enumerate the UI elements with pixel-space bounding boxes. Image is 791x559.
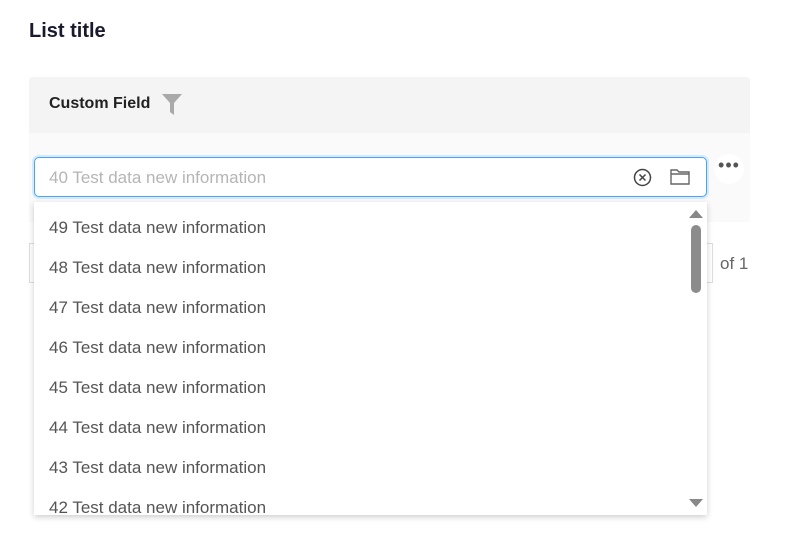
clear-icon[interactable] (633, 168, 652, 187)
option-item[interactable]: 48 Test data new information (34, 248, 684, 288)
option-item[interactable]: 42 Test data new information (34, 488, 684, 515)
filter-icon[interactable] (162, 94, 182, 115)
option-item[interactable]: 44 Test data new information (34, 408, 684, 448)
option-item[interactable]: 43 Test data new information (34, 448, 684, 488)
scrollbar[interactable] (685, 202, 707, 515)
page-count: of 1 (720, 254, 749, 273)
more-button[interactable]: ••• (714, 154, 744, 184)
scroll-up-icon[interactable] (689, 210, 703, 218)
column-header: Custom Field (29, 77, 750, 133)
option-item[interactable]: 47 Test data new information (34, 288, 684, 328)
option-item[interactable]: 49 Test data new information (34, 208, 684, 248)
option-item[interactable]: 46 Test data new information (34, 328, 684, 368)
option-item[interactable]: 45 Test data new information (34, 368, 684, 408)
scroll-down-icon[interactable] (689, 499, 703, 507)
folder-icon[interactable] (670, 169, 690, 185)
list-title: List title (29, 20, 106, 42)
custom-field-input[interactable]: 40 Test data new information (34, 157, 707, 197)
options-dropdown: 49 Test data new information 48 Test data… (34, 202, 707, 515)
column-label: Custom Field (49, 95, 151, 112)
input-placeholder: 40 Test data new information (49, 168, 267, 187)
page-input-edge (707, 243, 713, 283)
scrollbar-thumb[interactable] (691, 225, 701, 293)
